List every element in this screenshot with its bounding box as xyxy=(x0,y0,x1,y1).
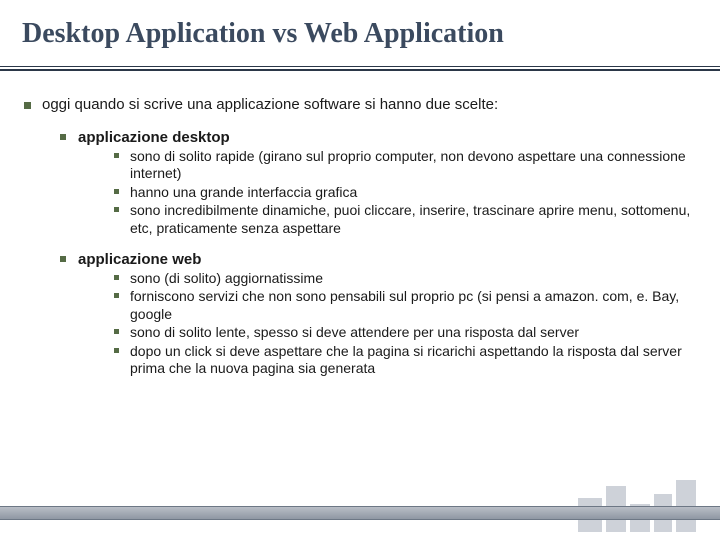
square-bullet-icon xyxy=(114,153,119,158)
square-bullet-icon xyxy=(24,102,31,109)
item-text: dopo un click si deve aspettare che la p… xyxy=(130,343,682,377)
section-heading-text: applicazione desktop xyxy=(78,129,230,146)
square-bullet-icon xyxy=(60,256,66,262)
title-underline xyxy=(0,66,720,71)
item-text: sono incredibilmente dinamiche, puoi cli… xyxy=(130,202,690,236)
list-item: sono (di solito) aggiornatissime xyxy=(78,270,696,288)
square-bullet-icon xyxy=(60,134,66,140)
square-bullet-icon xyxy=(114,293,119,298)
list-item: dopo un click si deve aspettare che la p… xyxy=(78,343,696,378)
intro-text: oggi quando si scrive una applicazione s… xyxy=(42,96,498,113)
item-text: hanno una grande interfaccia grafica xyxy=(130,184,357,200)
list-item: sono di solito rapide (girano sul propri… xyxy=(78,148,696,183)
slide-title: Desktop Application vs Web Application xyxy=(22,18,504,50)
square-bullet-icon xyxy=(114,275,119,280)
intro-item: oggi quando si scrive una applicazione s… xyxy=(22,96,696,378)
list-item: hanno una grande interfaccia grafica xyxy=(78,184,696,202)
footer-bar xyxy=(0,506,720,520)
square-bullet-icon xyxy=(114,329,119,334)
list-item: sono incredibilmente dinamiche, puoi cli… xyxy=(78,202,696,237)
section-heading-text: applicazione web xyxy=(78,251,201,268)
square-bullet-icon xyxy=(114,207,119,212)
list-item: sono di solito lente, spesso si deve att… xyxy=(78,324,696,342)
item-text: forniscono servizi che non sono pensabil… xyxy=(130,288,679,322)
slide: Desktop Application vs Web Application o… xyxy=(0,0,720,540)
item-text: sono di solito rapide (girano sul propri… xyxy=(130,148,686,182)
square-bullet-icon xyxy=(114,189,119,194)
slide-content: oggi quando si scrive una applicazione s… xyxy=(22,96,696,394)
section-heading-desktop: applicazione desktop sono di solito rapi… xyxy=(42,129,696,237)
item-text: sono di solito lente, spesso si deve att… xyxy=(130,324,579,340)
footer-decoration xyxy=(578,476,698,532)
section-heading-web: applicazione web sono (di solito) aggior… xyxy=(42,251,696,378)
item-text: sono (di solito) aggiornatissime xyxy=(130,270,323,286)
square-bullet-icon xyxy=(114,348,119,353)
list-item: forniscono servizi che non sono pensabil… xyxy=(78,288,696,323)
